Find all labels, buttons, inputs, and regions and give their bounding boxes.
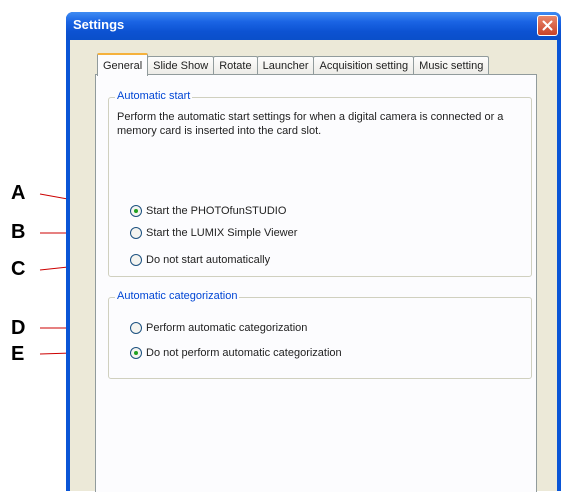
callout-b: B [11,221,26,243]
radio-label: Perform automatic categorization [146,322,308,334]
tab-strip: General Slide Show Rotate Launcher Acqui… [97,53,490,76]
radio-unchecked-icon[interactable] [130,254,142,266]
radio-do-not-perform-automatic-categorization[interactable]: Do not perform automatic categorization [130,347,342,359]
tab-acquisition-setting[interactable]: Acquisition setting [313,56,415,75]
callout-c: C [11,258,26,280]
radio-checked-icon[interactable] [130,347,142,359]
close-icon [542,20,553,31]
radio-start-photofunstudio[interactable]: Start the PHOTOfunSTUDIO [130,205,286,217]
tab-slide-show[interactable]: Slide Show [147,56,215,75]
close-button[interactable] [537,15,558,36]
automatic-start-legend: Automatic start [115,90,193,102]
title-bar[interactable]: Settings [66,12,561,40]
radio-label: Do not start automatically [146,254,271,266]
radio-checked-icon[interactable] [130,205,142,217]
tab-general[interactable]: General [97,53,149,76]
automatic-categorization-group: Automatic categorization [108,290,532,379]
radio-start-lumix-simple-viewer[interactable]: Start the LUMIX Simple Viewer [130,227,297,239]
tab-music-setting[interactable]: Music setting [413,56,490,75]
callout-e: E [11,343,25,365]
tab-rotate[interactable]: Rotate [213,56,258,75]
automatic-categorization-legend: Automatic categorization [115,290,240,302]
radio-label: Do not perform automatic categorization [146,347,342,359]
window-title: Settings [73,17,125,32]
callout-a: A [11,182,26,204]
radio-unchecked-icon[interactable] [130,322,142,334]
tab-launcher[interactable]: Launcher [256,56,315,75]
radio-unchecked-icon[interactable] [130,227,142,239]
callout-d: D [11,317,26,339]
automatic-start-description: Perform the automatic start settings for… [117,111,504,137]
radio-label: Start the PHOTOfunSTUDIO [146,205,287,217]
radio-perform-automatic-categorization[interactable]: Perform automatic categorization [130,322,307,334]
radio-label: Start the LUMIX Simple Viewer [146,227,298,239]
radio-do-not-start-automatically[interactable]: Do not start automatically [130,254,270,266]
